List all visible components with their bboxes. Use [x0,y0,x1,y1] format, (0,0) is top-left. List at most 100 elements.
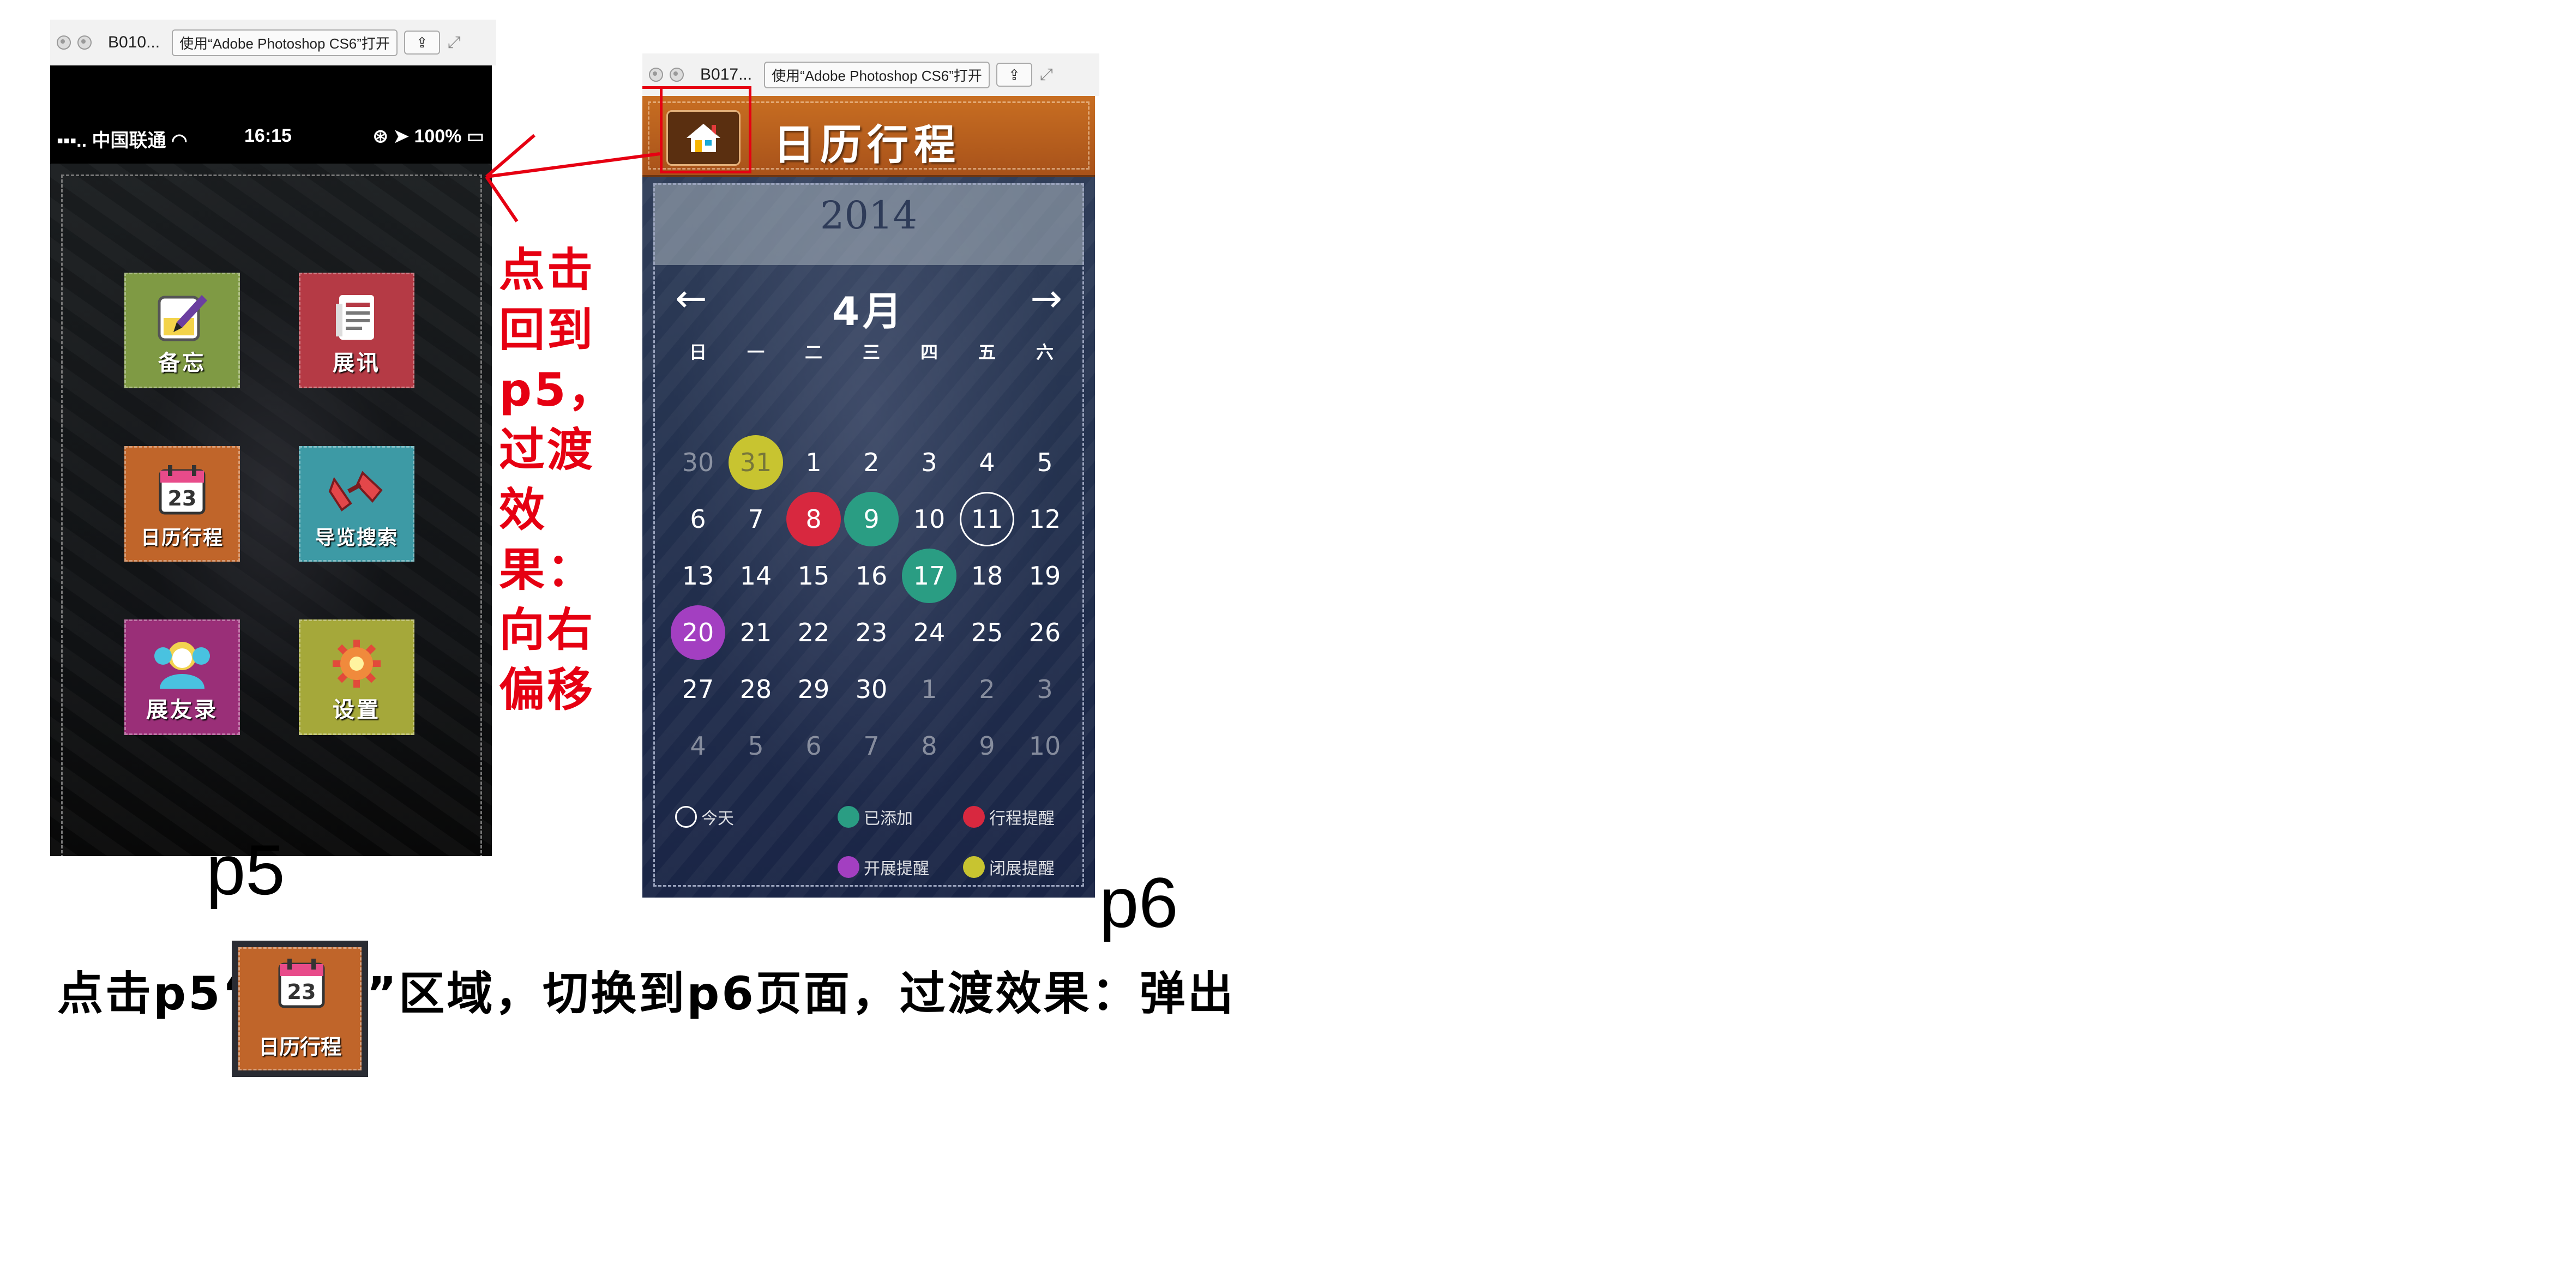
calendar-day[interactable]: 4 [960,435,1014,490]
calendar-day[interactable]: 25 [960,605,1014,660]
calendar-day[interactable]: 6 [671,492,725,546]
p6-phone-screen: 日历行程 2014 ← 4月 → 日 一 二 三 四 五 六 30 31 1 2 3 4 5… [642,96,1095,898]
minimize-circle-icon[interactable] [670,68,684,82]
weekday-label: 五 [978,342,996,363]
month-label: 4月 [832,288,906,334]
expand-icon[interactable]: ⤢ [448,33,461,52]
thumbnail-number: 23 [287,980,316,1004]
calendar-day[interactable]: 7 [729,492,783,546]
weekday-label: 一 [747,342,765,363]
added-dot-icon [838,806,859,828]
location-icon: ➤ [393,126,410,147]
calendar-day[interactable]: 6 [786,719,841,773]
calendar-tile-thumbnail: 23 日历行程 [232,941,368,1077]
calendar-tile[interactable]: 23 日历行程 [124,446,240,562]
calendar-day[interactable]: 24 [902,605,956,660]
calendar-icon: 23 [278,959,325,1008]
minimize-circle-icon[interactable] [77,35,92,50]
bottom-note-suffix: ”区域，切换到p6页面，过渡效果：弹出 [366,967,1236,1020]
calendar-day[interactable]: 20 [671,605,725,660]
weekday-label: 二 [804,342,822,363]
next-month-arrow-icon[interactable]: → [1030,276,1062,321]
expand-icon[interactable]: ⤢ [1040,65,1053,84]
calendar-day[interactable]: 29 [786,662,841,717]
settings-tile[interactable]: 设置 [299,619,414,735]
calendar-day[interactable]: 28 [729,662,783,717]
calendar-day[interactable]: 10 [902,492,956,546]
calendar-day[interactable]: 19 [1018,549,1072,603]
calendar-day[interactable]: 8 [786,492,841,546]
open-dot-icon [838,856,859,878]
news-icon [327,290,387,344]
calendar-day[interactable]: 1 [902,662,956,717]
memo-tile[interactable]: 备忘 [124,273,240,388]
legend-label: 今天 [701,809,734,828]
bottom-note-prefix: 点击p5“ [57,967,255,1020]
calendar-day[interactable]: 3 [902,435,956,490]
legend-label: 闭展提醒 [989,859,1055,878]
calendar-day[interactable]: 23 [844,605,899,660]
calendar-day[interactable]: 30 [671,435,725,490]
highlight-top-rule [642,86,751,89]
memo-icon [152,290,212,344]
month-navigation: ← 4月 → [642,276,1095,334]
tile-label: 展讯 [333,351,381,376]
calendar-day[interactable]: 21 [729,605,783,660]
news-tile[interactable]: 展讯 [299,273,414,388]
back-arrow-annotation [485,134,660,222]
weekday-label: 日 [689,342,707,363]
calendar-day[interactable]: 22 [786,605,841,660]
calendar-day[interactable]: 2 [960,662,1014,717]
p5-window: B010... 使用“Adobe Photoshop CS6”打开 ⇪ ⤢ ▪▪… [50,20,496,859]
guide-search-tile[interactable]: 导览搜索 [299,446,414,562]
weekday-label: 三 [862,342,880,363]
rotation-lock-icon: ⊛ [372,126,389,147]
calendar-day[interactable]: 5 [729,719,783,773]
p5-open-with-button[interactable]: 使用“Adobe Photoshop CS6”打开 [172,29,398,56]
status-bar: ▪▪▪.. 中国联通 ◠ 16:15 ⊛ ➤ 100% ▭ [50,65,492,164]
calendar-day[interactable]: 5 [1018,435,1072,490]
p5-phone-screen: ▪▪▪.. 中国联通 ◠ 16:15 ⊛ ➤ 100% ▭ 备忘 展讯 23 日… [50,65,492,856]
calendar-day[interactable]: 9 [960,719,1014,773]
calendar-day[interactable]: 4 [671,719,725,773]
calendar-day[interactable]: 11 [960,492,1014,546]
share-icon[interactable]: ⇪ [996,63,1032,87]
weekday-label: 六 [1036,342,1054,363]
calendar-day[interactable]: 7 [844,719,899,773]
thumbnail-label: 日历行程 [258,1035,341,1059]
legend-close: 闭展提醒 [963,855,1055,879]
calendar-day[interactable]: 2 [844,435,899,490]
contacts-tile[interactable]: 展友录 [124,619,240,735]
calendar-day[interactable]: 10 [1018,719,1072,773]
calendar-day[interactable]: 17 [902,549,956,603]
calendar-day[interactable]: 13 [671,549,725,603]
calendar-day[interactable]: 1 [786,435,841,490]
tile-label: 日历行程 [140,527,224,549]
tile-label: 展友录 [146,697,218,723]
close-circle-icon[interactable] [649,68,663,82]
calendar-day[interactable]: 18 [960,549,1014,603]
calendar-day[interactable]: 27 [671,662,725,717]
calendar-day[interactable]: 8 [902,719,956,773]
glasses-icon [327,463,387,517]
calendar-day[interactable]: 12 [1018,492,1072,546]
calendar-day[interactable]: 9 [844,492,899,546]
p5-page-label: p5 [206,830,285,910]
calendar-icon: 23 [152,463,212,517]
calendar-day[interactable]: 3 [1018,662,1072,717]
calendar-day[interactable]: 16 [844,549,899,603]
calendar-day[interactable]: 14 [729,549,783,603]
calendar-day[interactable]: 30 [844,662,899,717]
wifi-icon: ◠ [171,130,188,151]
legend-reminder: 行程提醒 [963,805,1055,829]
back-transition-note: 点击回到p5，过渡效果：向右偏移 [499,243,616,717]
legend-label: 行程提醒 [989,809,1055,828]
share-icon[interactable]: ⇪ [404,31,440,55]
calendar-day[interactable]: 26 [1018,605,1072,660]
close-circle-icon[interactable] [57,35,71,50]
thumbnail-tile: 23 日历行程 [238,947,362,1070]
calendar-day[interactable]: 31 [729,435,783,490]
p6-open-with-button[interactable]: 使用“Adobe Photoshop CS6”打开 [764,61,990,88]
header-title: 日历行程 [773,121,961,169]
calendar-day[interactable]: 15 [786,549,841,603]
